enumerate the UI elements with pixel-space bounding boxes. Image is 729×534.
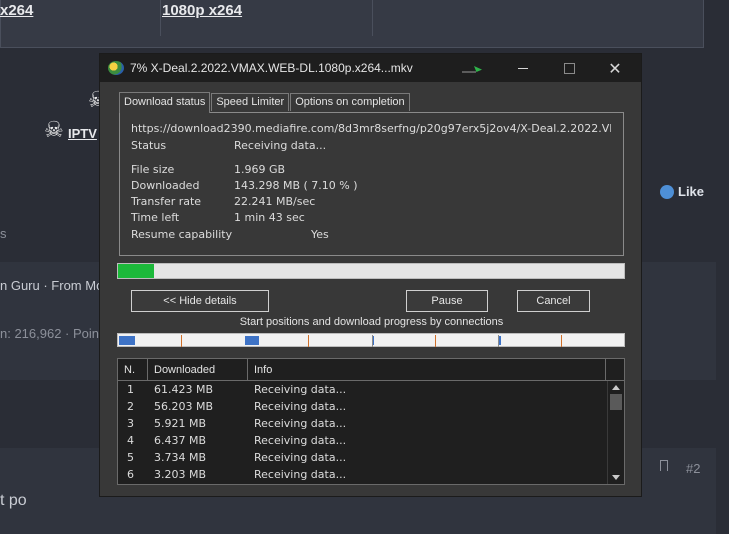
scroll-up-arrow-icon[interactable] (612, 385, 620, 390)
downloaded-value: 143.298 MB ( 7.10 % ) (234, 179, 358, 192)
connection-downloaded: 5.921 MB (154, 417, 207, 430)
resume-label: Resume capability (131, 228, 233, 241)
connection-downloaded: 3.203 MB (154, 468, 207, 481)
tab-speed-limiter[interactable]: Speed Limiter (211, 93, 290, 111)
pause-button[interactable]: Pause (406, 290, 488, 312)
connection-info: Receiving data... (254, 468, 347, 481)
like-label: Like (678, 184, 705, 199)
connection-number: 2 (127, 400, 134, 413)
connection-downloaded: 61.423 MB (154, 383, 214, 396)
connection-info: Receiving data... (254, 451, 347, 464)
status-label: Status (131, 139, 167, 152)
like-button[interactable]: Like (660, 184, 704, 199)
title-bar[interactable]: 7% X-Deal.2.2022.VMAX.WEB-DL.1080p.x264.… (100, 54, 641, 82)
connection-number: 3 (127, 417, 134, 430)
background-thread-card (0, 0, 704, 48)
scroll-down-arrow-icon[interactable] (612, 475, 620, 480)
window-title: 7% X-Deal.2.2022.VMAX.WEB-DL.1080p.x264.… (130, 61, 413, 75)
column-header-info[interactable]: Info (248, 359, 606, 380)
mini-progress-icon (462, 66, 482, 74)
connections-table[interactable]: N. Downloaded Info 1 61.423 MB Receiving… (117, 358, 625, 485)
background-user-title: n Guru · From Mo (0, 278, 104, 293)
background-link-x264[interactable]: x264 (0, 2, 33, 19)
bookmark-icon[interactable] (660, 460, 668, 471)
file-size-value: 1.969 GB (234, 163, 286, 176)
background-link-1080p[interactable]: 1080p x264 (162, 2, 242, 19)
tab-options-on-completion[interactable]: Options on completion (290, 93, 410, 111)
connections-caption: Start positions and download progress by… (239, 316, 504, 328)
status-value: Receiving data... (234, 139, 327, 152)
hide-details-button[interactable]: << Hide details (131, 290, 269, 312)
background-fragment: s (0, 226, 7, 241)
connection-info: Receiving data... (254, 417, 347, 430)
connection-number: 6 (127, 468, 134, 481)
table-row[interactable]: 2 56.203 MB Receiving data... (118, 398, 624, 415)
background-post-text: t po (0, 492, 27, 509)
time-left-label: Time left (131, 211, 180, 224)
background-iptv-link[interactable]: IPTV (68, 126, 97, 141)
connections-progress-bar (117, 333, 625, 347)
column-header-number[interactable]: N. (118, 359, 148, 380)
time-left-row: Time left 1 min 43 sec (131, 210, 612, 226)
download-progress-fill (118, 264, 154, 278)
column-header-downloaded[interactable]: Downloaded (148, 359, 248, 380)
connection-downloaded: 6.437 MB (154, 434, 207, 447)
connection-info: Receiving data... (254, 434, 347, 447)
connection-number: 1 (127, 383, 134, 396)
like-icon (660, 184, 674, 199)
connection-marker (498, 335, 499, 347)
connection-marker (561, 335, 562, 347)
scrollbar-thumb[interactable] (610, 394, 622, 410)
maximize-button[interactable] (546, 54, 592, 82)
connection-info: Receiving data... (254, 400, 347, 413)
transfer-rate-row: Transfer rate 22.241 MB/sec (131, 194, 612, 210)
skull-icon: ☠ (44, 118, 64, 143)
file-size-row: File size 1.969 GB (131, 162, 612, 178)
download-progress-bar (117, 263, 625, 279)
connection-number: 5 (127, 451, 134, 464)
download-url: https://download2390.mediafire.com/8d3mr… (131, 122, 611, 135)
cancel-button[interactable]: Cancel (517, 290, 590, 312)
tab-strip: Download status Speed Limiter Options on… (119, 92, 411, 113)
connection-marker (435, 335, 436, 347)
connection-downloaded: 56.203 MB (154, 400, 214, 413)
time-left-value: 1 min 43 sec (234, 211, 305, 224)
download-status-panel: https://download2390.mediafire.com/8d3mr… (119, 112, 624, 256)
download-window: 7% X-Deal.2.2022.VMAX.WEB-DL.1080p.x264.… (99, 53, 642, 497)
connection-info: Receiving data... (254, 383, 347, 396)
table-row[interactable]: 6 3.203 MB Receiving data... (118, 466, 624, 483)
table-row[interactable]: 4 6.437 MB Receiving data... (118, 432, 624, 449)
connection-marker (181, 335, 182, 347)
table-row[interactable]: 1 61.423 MB Receiving data... (118, 381, 624, 398)
connection-marker (308, 335, 309, 347)
close-button[interactable]: ✕ (592, 54, 638, 82)
connection-marker (372, 335, 373, 347)
table-row[interactable]: 3 5.921 MB Receiving data... (118, 415, 624, 432)
connection-downloaded: 3.734 MB (154, 451, 207, 464)
table-header: N. Downloaded Info (118, 359, 624, 381)
transfer-rate-value: 22.241 MB/sec (234, 195, 316, 208)
post-number[interactable]: #2 (686, 461, 700, 476)
table-row[interactable]: 5 3.734 MB Receiving data... (118, 449, 624, 466)
table-scrollbar[interactable] (607, 381, 624, 484)
downloaded-row: Downloaded 143.298 MB ( 7.10 % ) (131, 178, 612, 194)
connection-segment (245, 336, 259, 345)
file-size-label: File size (131, 163, 175, 176)
connection-segment (119, 336, 135, 345)
connection-number: 4 (127, 434, 134, 447)
minimize-button[interactable] (500, 54, 546, 82)
background-user-stats: n: 216,962 · Point (0, 326, 103, 341)
transfer-rate-label: Transfer rate (131, 195, 202, 208)
idm-logo-icon (108, 61, 124, 75)
downloaded-label: Downloaded (131, 179, 200, 192)
tab-download-status[interactable]: Download status (119, 92, 211, 113)
resume-value: Yes (311, 228, 329, 241)
status-row: Status Receiving data... (131, 138, 612, 154)
resume-row: Resume capability Yes (131, 227, 612, 243)
